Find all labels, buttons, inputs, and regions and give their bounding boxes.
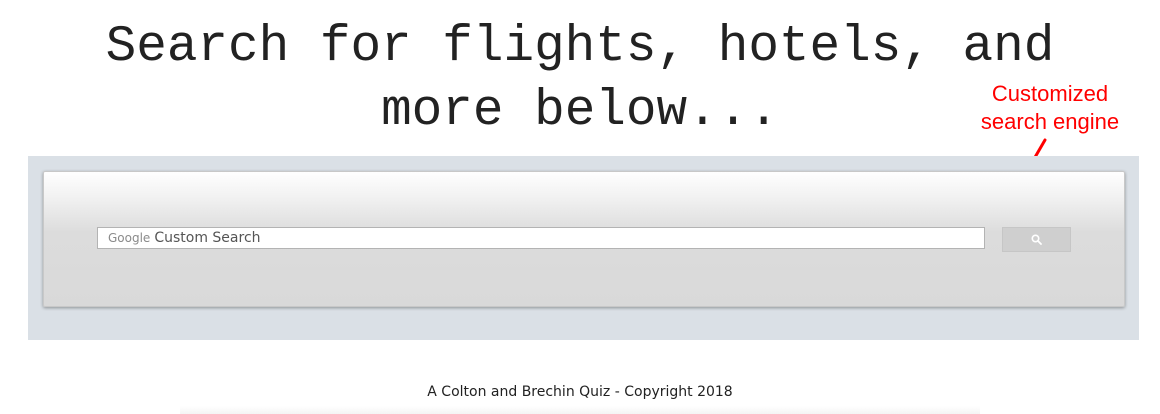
search-placeholder: Custom Search	[154, 230, 261, 246]
google-brand-label: Google	[108, 231, 151, 245]
search-engine-annotation: Customized search engine	[950, 80, 1150, 136]
headline-line-2: more below...	[381, 83, 779, 140]
search-icon	[1031, 234, 1042, 245]
footer-divider	[180, 406, 980, 414]
headline-line-1: Search for flights, hotels, and	[105, 19, 1055, 76]
search-input[interactable]: Google Custom Search	[97, 227, 985, 249]
footer-copyright: A Colton and Brechin Quiz - Copyright 20…	[427, 384, 733, 400]
search-button[interactable]	[1002, 227, 1071, 252]
annotation-line-1: Customized	[991, 81, 1109, 106]
search-band: Google Custom Search	[28, 156, 1139, 340]
search-panel: Google Custom Search	[43, 171, 1125, 307]
